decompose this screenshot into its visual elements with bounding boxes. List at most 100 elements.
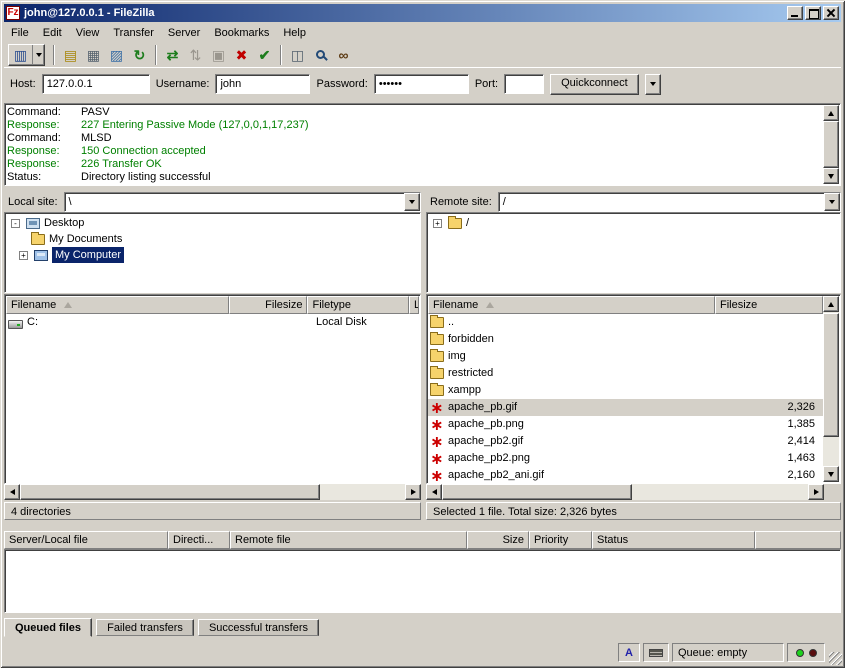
column-header-server-local-file[interactable]: Server/Local file (4, 531, 168, 549)
collapse-icon[interactable]: - (11, 219, 20, 228)
local-site-combobox[interactable]: \ (64, 192, 421, 212)
menu-edit[interactable]: Edit (36, 25, 69, 41)
receive-led-icon (809, 649, 817, 657)
remote-v-scrollbar[interactable] (823, 296, 839, 482)
folder-open-icon (448, 218, 462, 229)
tab-failed-transfers[interactable]: Failed transfers (96, 619, 194, 636)
expand-icon[interactable]: + (19, 251, 28, 260)
search-icon (316, 50, 325, 59)
maximize-button[interactable] (805, 6, 821, 20)
folder-icon (430, 334, 444, 345)
toolbar-separator (53, 45, 55, 65)
file-row[interactable]: C: Local Disk (6, 314, 419, 331)
toggle-queue-button[interactable]: ⇅ (184, 44, 207, 66)
username-input[interactable] (215, 74, 310, 94)
resize-grip[interactable] (829, 652, 842, 665)
computer-icon (34, 250, 48, 261)
file-row[interactable]: restricted (428, 365, 823, 382)
scrollbar-thumb[interactable] (823, 313, 839, 437)
column-header-size[interactable]: Size (467, 531, 529, 549)
remote-site-combobox[interactable]: / (498, 192, 841, 212)
quickconnect-dropdown-button[interactable] (645, 74, 661, 95)
scrollbar-thumb[interactable] (20, 484, 320, 500)
toggle-local-tree-button[interactable]: ▦ (82, 44, 105, 66)
log-line: Response:227 Entering Passive Mode (127,… (7, 119, 822, 132)
scrollbar-thumb[interactable] (442, 484, 632, 500)
menu-help[interactable]: Help (276, 25, 313, 41)
file-row-selected[interactable]: ∗apache_pb.gif 2,326 (428, 399, 823, 416)
minimize-button[interactable] (787, 6, 803, 20)
close-button[interactable] (823, 6, 839, 20)
host-input[interactable] (42, 74, 150, 94)
tab-queued-files[interactable]: Queued files (4, 618, 92, 637)
queue-list[interactable] (4, 549, 841, 613)
connect-dropdown-button[interactable] (32, 45, 44, 65)
connect-split-button[interactable]: ▥ (8, 44, 45, 66)
menu-file[interactable]: File (4, 25, 36, 41)
preview-button[interactable]: ▣ (207, 44, 230, 66)
tree-item-my-documents[interactable]: My Documents (7, 231, 418, 247)
cancel-operation-button[interactable]: ✖ (230, 44, 253, 66)
toggle-remote-tree-button[interactable]: ▨ (105, 44, 128, 66)
file-row[interactable]: ∗apache_pb2.gif 2,414 (428, 433, 823, 450)
scroll-up-icon (828, 302, 834, 307)
search-button[interactable] (309, 44, 332, 66)
expand-icon[interactable]: + (433, 219, 442, 228)
column-header-filetype[interactable]: Filetype (307, 296, 409, 314)
file-row[interactable]: .. (428, 314, 823, 331)
quickconnect-button[interactable]: Quickconnect (550, 74, 639, 95)
combo-dropdown-button[interactable] (824, 193, 840, 211)
file-row[interactable]: ∗apache_pb2.png 1,463 (428, 450, 823, 467)
tree-item-desktop[interactable]: - Desktop (7, 215, 418, 231)
file-row[interactable]: ∗apache_pb2_ani.gif 2,160 (428, 467, 823, 482)
log-scrollbar[interactable] (823, 105, 839, 184)
process-queue-button[interactable]: ⇄ (161, 44, 184, 66)
compare-button[interactable]: ◫ (286, 44, 309, 66)
toggle-log-button[interactable]: ▤ (59, 44, 82, 66)
column-header-priority[interactable]: Priority (529, 531, 592, 549)
tree-item-my-computer[interactable]: + My Computer (7, 247, 418, 263)
port-input[interactable] (504, 74, 544, 94)
folder-icon (430, 385, 444, 396)
combo-dropdown-button[interactable] (404, 193, 420, 211)
local-site-row: Local site: \ (4, 191, 421, 213)
refresh-button[interactable]: ↻ (128, 44, 151, 66)
verify-button[interactable]: ✔ (253, 44, 276, 66)
titlebar[interactable]: Fz john@127.0.0.1 - FileZilla (4, 4, 841, 22)
file-row[interactable]: img (428, 348, 823, 365)
menu-view[interactable]: View (69, 25, 107, 41)
tree-item-root[interactable]: + / (429, 215, 838, 231)
menu-transfer[interactable]: Transfer (106, 25, 161, 41)
quickconnect-bar: Host: Username: Password: Port: Quickcon… (4, 70, 841, 98)
scrollbar-thumb[interactable] (823, 121, 839, 168)
file-row[interactable]: forbidden (428, 331, 823, 348)
sort-ascending-icon (486, 302, 494, 308)
remote-tree: + / (426, 212, 841, 293)
column-header-status[interactable]: Status (592, 531, 755, 549)
column-header-lastmodified[interactable]: L (409, 296, 419, 314)
password-input[interactable] (374, 74, 469, 94)
tab-successful-transfers[interactable]: Successful transfers (198, 619, 319, 636)
column-header-filename[interactable]: Filename (428, 296, 715, 314)
remote-h-scrollbar[interactable] (426, 484, 824, 500)
scroll-left-icon (432, 489, 437, 495)
column-header-filler (755, 531, 841, 549)
local-h-scrollbar[interactable] (4, 484, 421, 500)
file-row[interactable]: ∗apache_pb.png 1,385 (428, 416, 823, 433)
local-file-list: Filename Filesize Filetype L C: Local Di… (4, 294, 421, 484)
column-header-direction[interactable]: Directi... (168, 531, 230, 549)
file-row[interactable]: xampp (428, 382, 823, 399)
scroll-down-icon (828, 472, 834, 477)
menu-server[interactable]: Server (161, 25, 207, 41)
log-line: Command:MLSD (7, 132, 822, 145)
column-header-filesize[interactable]: Filesize (229, 296, 308, 314)
column-header-remote-file[interactable]: Remote file (230, 531, 467, 549)
menu-bookmarks[interactable]: Bookmarks (207, 25, 276, 41)
column-header-filename[interactable]: Filename (6, 296, 229, 314)
checkmark-icon: ✔ (259, 48, 271, 62)
filter-button[interactable]: ∞ (332, 44, 355, 66)
folder-icon (430, 368, 444, 379)
local-site-label: Local site: (8, 196, 58, 208)
column-header-filesize[interactable]: Filesize (715, 296, 823, 314)
sort-ascending-icon (64, 302, 72, 308)
